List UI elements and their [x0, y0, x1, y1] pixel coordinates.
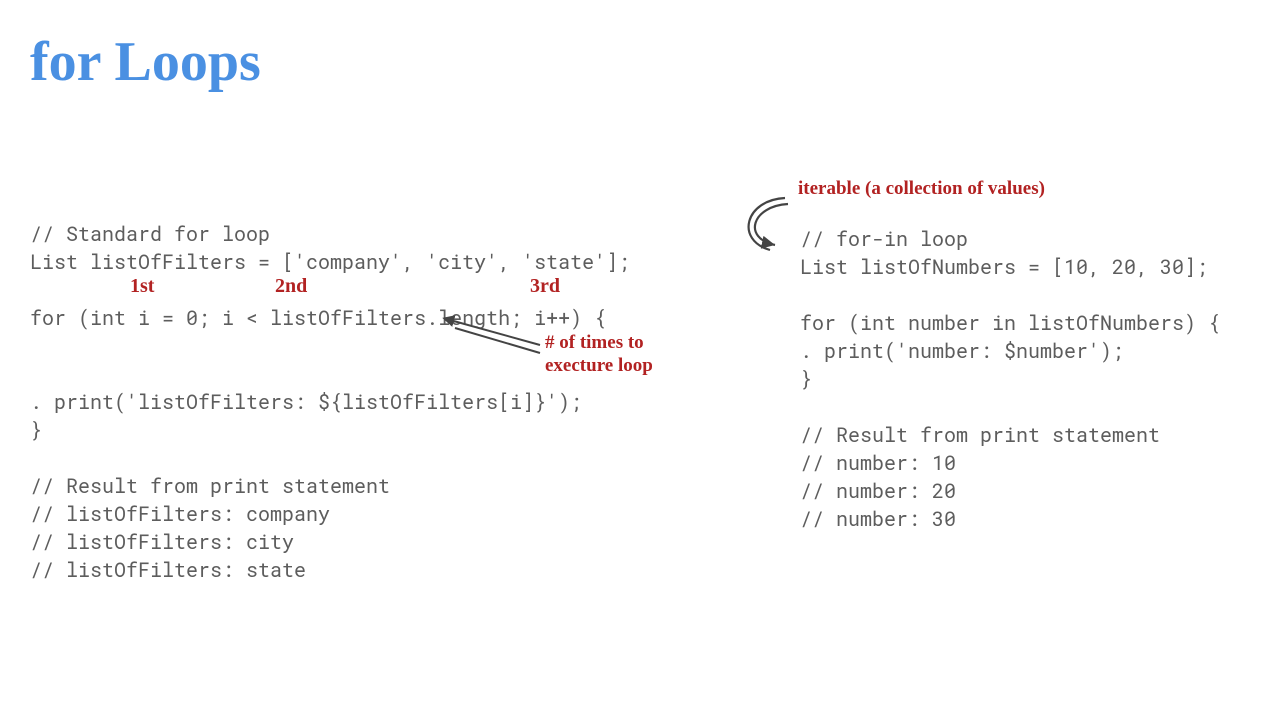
annotation-second: 2nd [275, 275, 307, 298]
annotation-times-line2: execture loop [545, 355, 653, 377]
annotation-iterable: iterable (a collection of values) [798, 178, 1045, 200]
slide: for Loops // Standard for loop List list… [0, 0, 1280, 720]
annotation-first: 1st [130, 275, 154, 298]
code-block-for-in-loop: // for-in loop List listOfNumbers = [10,… [800, 225, 1250, 533]
curved-arrow-to-iterable-icon [730, 190, 810, 270]
arrow-to-length-icon [430, 315, 550, 365]
annotation-third: 3rd [530, 275, 560, 298]
annotation-times-line1: # of times to [545, 332, 644, 354]
code-block-standard-for-loop: // Standard for loop List listOfFilters … [30, 220, 680, 584]
slide-title: for Loops [30, 30, 261, 94]
